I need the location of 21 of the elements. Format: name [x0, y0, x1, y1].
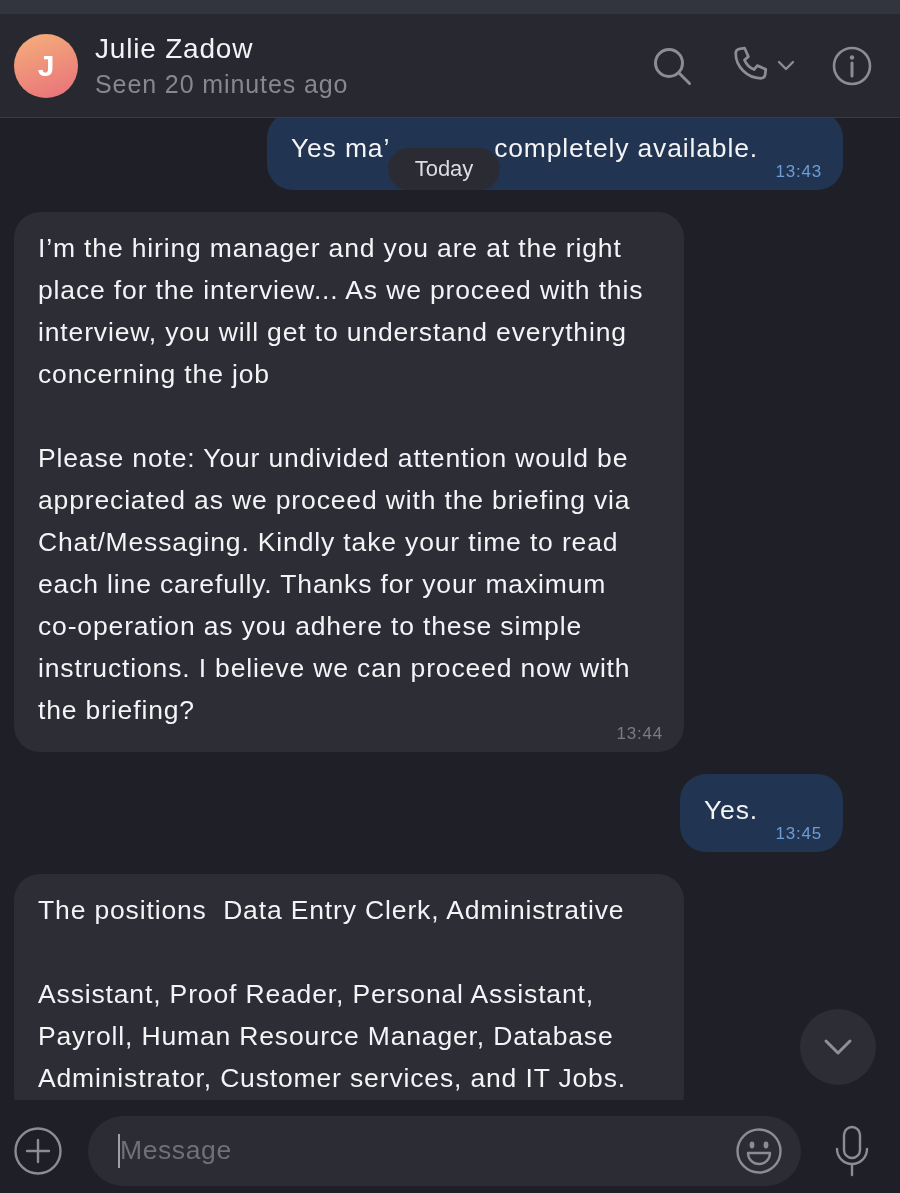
avatar[interactable]: J [14, 33, 78, 98]
message-text: Please note: Your undivided attention would be appreciated as we proceed with the briefing via Chat/Messaging. Kindly take your time to read each line carefully. Thanks for your maximum co-operation as you adhere to these simple instructions. I believe we can proceed now with the briefing? [38, 443, 632, 725]
chevron-down-icon[interactable] [777, 60, 795, 71]
text-cursor-icon [118, 1133, 120, 1168]
message-text: The positions Data Entry Clerk, Administrative [38, 895, 625, 925]
message-text: I’m the hiring manager and you are at the right place for the interview... As we proceed with this interview, you will get to understand everything concerning the job [38, 233, 645, 389]
microphone-icon[interactable] [834, 1124, 870, 1177]
contact-name[interactable]: Julie Zadow [95, 31, 254, 66]
message-time: 13:45 [775, 825, 822, 843]
chevron-down-icon [823, 1038, 853, 1056]
message-text: Yes ma’ [290, 133, 391, 163]
message-text: Yes. [704, 795, 758, 825]
smiley-face-icon[interactable] [736, 1127, 782, 1174]
message-text: Assistant, Proof Reader, Personal Assistant, Payroll, Human Resource Manager, Database Administrator, Customer services, and IT Jobs. [38, 979, 626, 1093]
message-time: 13:43 [775, 163, 822, 181]
add-attachment-icon[interactable] [14, 1126, 62, 1175]
last-seen-status: Seen 20 minutes ago [95, 68, 349, 100]
search-icon[interactable] [652, 45, 692, 86]
info-icon[interactable] [832, 45, 872, 86]
message-input[interactable]: Message [88, 1115, 801, 1186]
message-time: 13:44 [616, 725, 663, 743]
